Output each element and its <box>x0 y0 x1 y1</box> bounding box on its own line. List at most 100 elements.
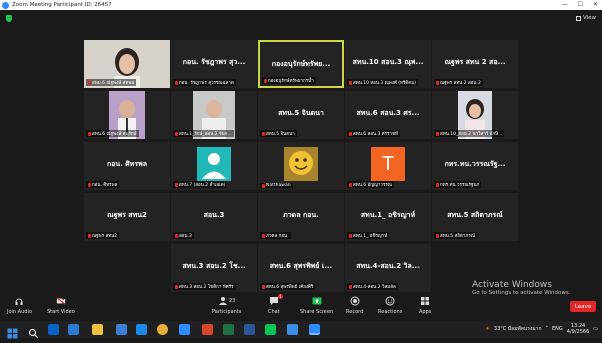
word-icon[interactable] <box>244 324 255 335</box>
participant-name-label: สทน.1_ อชิรญาห์ <box>347 232 390 239</box>
weather-icon: ☀ <box>485 326 490 332</box>
participant-tile[interactable]: ณฐพร สทน 2 สอ... ณฐพร สทน 2 สอน.2 <box>432 40 518 88</box>
participant-name: กทร.ทน.วรรณรัฐนก <box>440 183 480 188</box>
line-icon[interactable] <box>265 324 276 335</box>
leave-button[interactable]: Leave <box>570 301 596 312</box>
chat-badge: 1 <box>277 294 283 299</box>
view-button[interactable]: View <box>575 15 596 21</box>
participants-icon: 23 <box>216 296 238 306</box>
participant-tile[interactable]: สทน.6 สอน.3 ศร... สทน.6 สอน.3 ศรราชท์ <box>345 91 431 139</box>
share-screen-icon <box>312 296 322 306</box>
app-icon-3[interactable] <box>287 324 298 335</box>
maximize-button[interactable]: ☐ <box>578 1 583 8</box>
participant-name-label: สทน.7 (สอน.2 ลำเอเต) <box>173 181 228 188</box>
participant-name: สทน.4-สอน.2 วิลมลัล <box>353 285 396 290</box>
excel-icon[interactable] <box>223 324 234 335</box>
reactions-button[interactable]: Reactions <box>378 296 402 315</box>
participant-tile[interactable]: กอน. ศิทรพล กอน. ศิทรพล <box>84 142 170 190</box>
participant-tile[interactable]: สทน.5 จินดนา สทน.5 จินดนา <box>258 91 344 139</box>
lang-indicator[interactable]: ENG <box>552 326 563 332</box>
start-video-button[interactable]: Start Video <box>47 296 75 315</box>
muted-mic-icon <box>175 182 178 187</box>
zoom-active-icon[interactable] <box>309 324 320 335</box>
start-icon[interactable] <box>7 324 18 339</box>
participant-name-label: สทน.6 ณัฐพงษ์ อนุรักษ์ <box>86 130 139 137</box>
participant-name-label: สทน.1_รักษ์_สอน.2 จันก... <box>173 130 234 137</box>
apps-button[interactable]: Apps <box>419 296 431 315</box>
chat-icon: 1 <box>269 294 283 306</box>
record-button[interactable]: Record <box>346 296 363 315</box>
participant-tile[interactable]: สทน.6 สุพรพิพย์ เ... สทน.6 สุพรพิพย์ เคีย… <box>258 244 344 292</box>
participant-tile[interactable]: ภวดล กอน. ภวดล กอน. <box>258 193 344 241</box>
participant-name-label: สทน.6 อัญญาวรรณ <box>347 181 394 188</box>
participant-tile[interactable]: สทน.3 สอน.2 โช... สทน.3 สอน.2 โชติกา ทัศร… <box>171 244 257 292</box>
close-button[interactable]: ✕ <box>593 1 598 8</box>
participant-display-name: สทน.6 สุพรพิพย์ เ... <box>269 262 333 270</box>
muted-mic-icon <box>436 233 439 238</box>
muted-mic-icon <box>436 182 439 187</box>
zoom-taskbar-icon[interactable] <box>179 324 190 335</box>
participant-tile[interactable]: กทร.ทน.วรรณรัฐ... กทร.ทน.วรรณรัฐนก <box>432 142 518 190</box>
edge-browser-icon[interactable] <box>48 324 59 335</box>
participant-tile[interactable]: สทน.10 สอน.3 ณุพ... สทน.10 สอน.3 ณุพงศ์ (… <box>345 40 431 88</box>
participant-tile[interactable]: ณฐพร สทน2 ณฐพร สทน2 <box>84 193 170 241</box>
participant-name-label: สทน.5 จินดนา <box>260 130 297 137</box>
security-shield-icon[interactable] <box>6 15 12 22</box>
participant-name: กอน. ศิทรพล <box>92 183 118 188</box>
file-explorer-icon[interactable] <box>92 324 103 335</box>
participant-name-label: กทร.ทน.วรรณรัฐนก <box>434 181 482 188</box>
windows-taskbar: ☀ 33°C มีลมพัดแรงมาก ˄ ENG 13:24 4/9/256… <box>0 321 602 339</box>
participant-tile[interactable]: สทน.7 (สอน.2 ลำเอเต) <box>171 142 257 190</box>
participant-name: กองอนุรักษ์ทรัพยากรน้ำ <box>268 79 314 84</box>
clock[interactable]: 13:24 4/9/2566 <box>567 323 589 335</box>
join-audio-button[interactable]: Join Audio <box>7 296 32 315</box>
system-tray: ☀ 33°C มีลมพัดแรงมาก ˄ ENG 13:24 4/9/256… <box>485 323 598 335</box>
participant-name: สทน.3 สอน.2 โชติกา ทัศรีร <box>179 285 234 290</box>
participant-tile[interactable]: กอน. รัชฎาพร สุว... กอน. รัชฎาพร สุวรรณฉล… <box>171 40 257 88</box>
app-icon[interactable] <box>68 324 79 335</box>
participant-tile[interactable]: สทน.1_ อชิรญาห์ สทน.1_ อชิรญาห์ <box>345 193 431 241</box>
participant-name-label: ภวดล กอน. <box>260 232 291 239</box>
participant-display-name: ภวดล กอน. <box>283 211 319 219</box>
share-screen-button[interactable]: Share Screen <box>300 296 333 315</box>
participant-tile[interactable]: T สทน.6 อัญญาวรรณ <box>345 142 431 190</box>
app-icon-2[interactable] <box>136 324 147 335</box>
activate-line1: Activate Windows <box>472 280 552 290</box>
tray-chevron-icon[interactable]: ˄ <box>546 326 549 332</box>
chrome-icon[interactable] <box>157 324 168 335</box>
notification-icon[interactable]: ▭ <box>593 326 598 332</box>
participant-tile[interactable]: สทน.5 สถิตาภรณ์ สทน.5 สถิตาภรณ์ <box>432 193 518 241</box>
participant-name: ภวดล กอน. <box>266 234 289 239</box>
participant-display-name: สทน.4-สอน.2 วิล... <box>356 262 420 270</box>
participant-tile[interactable]: สพม.6 ณัฐพงษ์ สหพม <box>84 40 170 88</box>
participant-tile[interactable]: สอน.3 สอน.3 <box>171 193 257 241</box>
participant-display-name: กทร.ทน.วรรณรัฐ... <box>444 160 506 168</box>
powerpoint-icon[interactable] <box>202 324 213 335</box>
participant-name-label: สทน.10 สอน.3 ณุพงศ์ (หรีดิดม) <box>347 79 418 86</box>
participant-tile[interactable]: สทน.6 ณัฐพงษ์ อนุรักษ์ <box>84 91 170 139</box>
minimize-button[interactable]: — <box>562 1 568 8</box>
apps-label: Apps <box>419 309 432 315</box>
muted-mic-icon <box>349 182 352 187</box>
participant-name-label: ณฐพร สทน 2 สอน.2 <box>434 79 483 86</box>
participant-tile[interactable]: Natthawan <box>258 142 344 190</box>
participant-name-label: สอน.3 <box>173 232 194 239</box>
zoom-app-icon <box>2 1 9 9</box>
mail-icon[interactable] <box>116 324 127 335</box>
search-icon[interactable] <box>28 324 39 339</box>
participant-display-name: สอน.3 <box>203 211 225 219</box>
participant-tile[interactable]: สทน.10_สอน.2 นาวิสาร์ อักษิ... <box>432 91 518 139</box>
muted-mic-icon <box>262 233 265 238</box>
participant-tile[interactable]: สทน.4-สอน.2 วิล... สทน.4-สอน.2 วิลมลัล <box>345 244 431 292</box>
participants-button[interactable]: 23 Participants <box>212 296 241 315</box>
participant-name-label: สทน.10_สอน.2 นาวิสาร์ อักษิ... <box>434 130 505 137</box>
participant-display-name: กอน. ศิทรพล <box>106 160 148 168</box>
chat-label: Chat <box>268 309 280 315</box>
participant-tile[interactable]: สทน.1_รักษ์_สอน.2 จันก... <box>171 91 257 139</box>
participant-name-label: กองอนุรักษ์ทรัพยากรน้ำ <box>262 77 316 84</box>
participant-tile[interactable]: กองอนุรักษ์ทรัพย... กองอนุรักษ์ทรัพยากรน้… <box>258 40 344 88</box>
participant-name: ณฐพร สทน2 <box>92 234 118 239</box>
participant-name: สพม.6 ณัฐพงษ์ สหพม <box>92 81 135 86</box>
record-label: Record <box>346 309 364 315</box>
chat-button[interactable]: 1 Chat <box>268 294 283 315</box>
